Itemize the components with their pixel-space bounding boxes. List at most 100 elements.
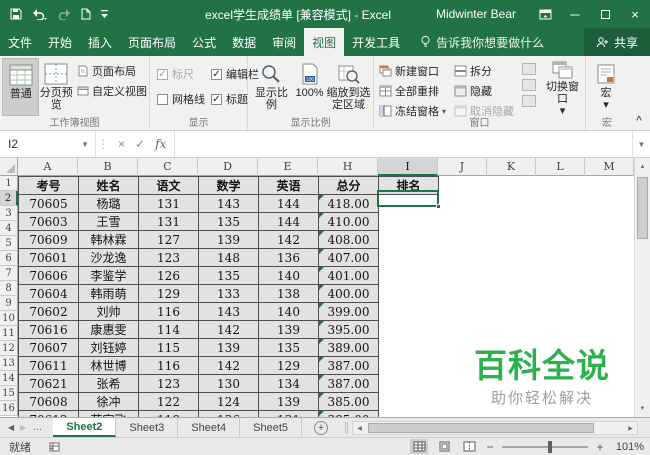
sheet-tab-sheet5[interactable]: Sheet5 bbox=[240, 418, 303, 437]
tab-home[interactable]: 开始 bbox=[40, 28, 80, 56]
row-header-15[interactable]: 15 bbox=[0, 386, 18, 401]
cell[interactable]: 135 bbox=[198, 266, 259, 285]
fill-handle[interactable] bbox=[436, 204, 441, 209]
cell[interactable]: 131 bbox=[258, 410, 319, 417]
cell[interactable]: 70606 bbox=[18, 266, 79, 285]
cell[interactable]: 115 bbox=[138, 338, 199, 357]
row-header-9[interactable]: 9 bbox=[0, 296, 18, 311]
tab-scroll-splitter[interactable] bbox=[345, 422, 348, 434]
confirm-entry-icon[interactable]: ✓ bbox=[135, 137, 145, 151]
ruler-checkbox[interactable]: ✓ 标尺 bbox=[157, 66, 205, 82]
name-box[interactable]: I2 ▼ bbox=[0, 131, 96, 157]
row-header-3[interactable]: 3 bbox=[0, 206, 18, 221]
cell[interactable] bbox=[379, 267, 439, 285]
row-header-8[interactable]: 8 bbox=[0, 281, 18, 296]
cell[interactable]: 姓名 bbox=[78, 176, 139, 195]
scroll-down-icon[interactable]: ▼ bbox=[635, 401, 650, 416]
tab-insert[interactable]: 插入 bbox=[80, 28, 120, 56]
cell[interactable] bbox=[379, 357, 439, 375]
cell[interactable]: 140 bbox=[258, 302, 319, 321]
vertical-scrollbar-thumb[interactable] bbox=[637, 177, 648, 239]
new-window-button[interactable]: 新建窗口 bbox=[379, 63, 446, 79]
cell[interactable]: 70605 bbox=[18, 194, 79, 213]
cell[interactable]: 114 bbox=[138, 320, 199, 339]
cell[interactable]: 131 bbox=[138, 212, 199, 231]
cell[interactable]: 124 bbox=[198, 392, 259, 411]
cell[interactable]: 135 bbox=[198, 212, 259, 231]
row-header-5[interactable]: 5 bbox=[0, 236, 18, 251]
cell[interactable]: 143 bbox=[198, 194, 259, 213]
row-header-6[interactable]: 6 bbox=[0, 251, 18, 266]
cell[interactable]: 418.00 bbox=[318, 194, 379, 213]
redo-button[interactable] bbox=[56, 8, 72, 20]
cell[interactable]: 410.00 bbox=[318, 212, 379, 231]
cell[interactable]: 70621 bbox=[18, 374, 79, 393]
horizontal-scrollbar-thumb[interactable] bbox=[368, 423, 594, 433]
cell[interactable]: 徐冲 bbox=[78, 392, 139, 411]
zoom-in-button[interactable]: + bbox=[595, 440, 605, 454]
column-header-A[interactable]: A bbox=[18, 158, 78, 176]
row-header-14[interactable]: 14 bbox=[0, 371, 18, 386]
cell[interactable]: 118 bbox=[138, 410, 199, 417]
column-header-B[interactable]: B bbox=[78, 158, 138, 176]
close-button[interactable]: × bbox=[620, 0, 650, 28]
cell[interactable]: 70607 bbox=[18, 338, 79, 357]
cell[interactable]: 142 bbox=[198, 356, 259, 375]
cell[interactable]: 70609 bbox=[18, 230, 79, 249]
cell[interactable]: 387.00 bbox=[318, 356, 379, 375]
cell[interactable]: 139 bbox=[198, 338, 259, 357]
cell[interactable]: 399.00 bbox=[318, 302, 379, 321]
gridlines-checkbox[interactable]: 网格线 bbox=[157, 91, 205, 107]
cell[interactable]: 135 bbox=[258, 338, 319, 357]
cell[interactable]: 408.00 bbox=[318, 230, 379, 249]
cell[interactable]: 407.00 bbox=[318, 248, 379, 267]
column-header-L[interactable]: L bbox=[536, 158, 585, 176]
cell[interactable]: 401.00 bbox=[318, 266, 379, 285]
cell[interactable]: 389.00 bbox=[318, 338, 379, 357]
synchronous-scrolling-icon[interactable] bbox=[522, 79, 537, 91]
customize-qat-button[interactable] bbox=[100, 9, 109, 19]
cell[interactable]: 136 bbox=[198, 410, 259, 417]
cell[interactable]: 130 bbox=[198, 374, 259, 393]
cell[interactable]: 129 bbox=[138, 284, 199, 303]
zoom-percentage[interactable]: 101% bbox=[612, 441, 644, 453]
cell[interactable] bbox=[379, 285, 439, 303]
cell[interactable] bbox=[379, 249, 439, 267]
cell[interactable]: 142 bbox=[258, 230, 319, 249]
sheet-tab-sheet2[interactable]: Sheet2 bbox=[53, 418, 117, 437]
undo-button[interactable] bbox=[31, 8, 47, 20]
cell[interactable]: 116 bbox=[138, 356, 199, 375]
tell-me-box[interactable]: 告诉我你想要做什么 bbox=[420, 28, 544, 56]
column-header-J[interactable]: J bbox=[438, 158, 487, 176]
cell[interactable]: 387.00 bbox=[318, 374, 379, 393]
macros-button[interactable]: 宏 ▾ bbox=[588, 58, 624, 116]
record-macro-button[interactable] bbox=[49, 442, 60, 452]
cell[interactable]: 韩林霖 bbox=[78, 230, 139, 249]
cell[interactable]: 刘钰婷 bbox=[78, 338, 139, 357]
cell[interactable]: 英语 bbox=[258, 176, 319, 195]
sheet-tab-sheet3[interactable]: Sheet3 bbox=[116, 418, 179, 437]
cell[interactable]: 刘帅 bbox=[78, 302, 139, 321]
cell[interactable]: 70601 bbox=[18, 248, 79, 267]
page-layout-view-toggle[interactable] bbox=[435, 439, 453, 454]
cell[interactable]: 142 bbox=[198, 320, 259, 339]
cell[interactable]: 沙龙逸 bbox=[78, 248, 139, 267]
cell[interactable]: 385.00 bbox=[318, 392, 379, 411]
tab-file[interactable]: 文件 bbox=[0, 28, 40, 56]
chevron-down-icon[interactable]: ▼ bbox=[81, 140, 95, 149]
normal-view-button[interactable]: 普通 bbox=[2, 58, 40, 116]
tab-developer[interactable]: 开发工具 bbox=[344, 28, 408, 56]
maximize-button[interactable] bbox=[590, 0, 620, 28]
page-break-view-toggle[interactable] bbox=[460, 439, 478, 454]
row-header-16[interactable]: 16 bbox=[0, 401, 18, 416]
cell[interactable]: 126 bbox=[138, 266, 199, 285]
cell[interactable]: 144 bbox=[258, 212, 319, 231]
hide-button[interactable]: 隐藏 bbox=[454, 83, 514, 99]
column-header-E[interactable]: E bbox=[258, 158, 318, 176]
previous-sheet-icon[interactable]: ◀ bbox=[8, 423, 14, 432]
page-break-preview-button[interactable]: 分页预览 bbox=[39, 58, 73, 116]
zoom-to-selection-button[interactable]: 缩放到选定区域 bbox=[326, 58, 371, 116]
cell[interactable]: 139 bbox=[258, 320, 319, 339]
cell[interactable]: 395.00 bbox=[318, 320, 379, 339]
cell[interactable]: 考号 bbox=[18, 176, 79, 195]
